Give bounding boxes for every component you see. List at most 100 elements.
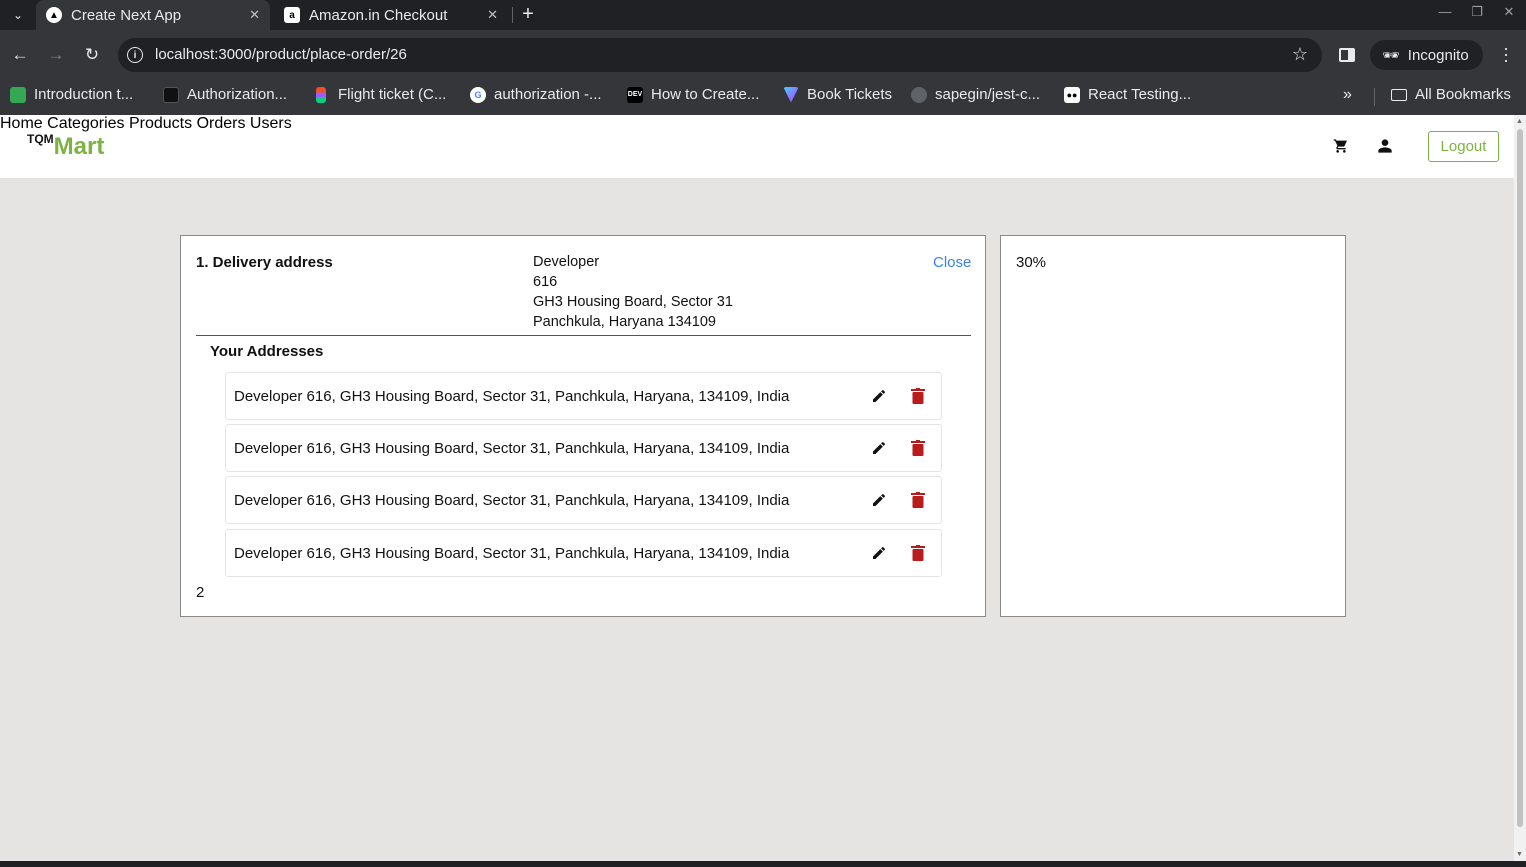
bookmark-label: sapegin/jest-c... xyxy=(935,86,1041,103)
address-list-item[interactable]: Developer 616, GH3 Housing Board, Sector… xyxy=(225,529,942,577)
logout-button[interactable]: Logout xyxy=(1428,131,1499,162)
address-bar[interactable]: i localhost:3000/product/place-order/26 … xyxy=(118,38,1322,72)
bookmark-sapegin-jest[interactable]: sapegin/jest-c... xyxy=(911,86,1040,103)
close-tab-icon[interactable]: ✕ xyxy=(487,7,498,23)
all-bookmarks-button[interactable]: All Bookmarks xyxy=(1391,86,1511,103)
selected-address-name: Developer xyxy=(533,254,600,270)
tab-separator xyxy=(512,7,513,23)
bookmark-label: React Testing... xyxy=(1088,86,1192,103)
bookmark-flight-ticket[interactable]: Flight ticket (C... xyxy=(316,86,446,103)
figma-icon xyxy=(316,86,326,103)
incognito-label: Incognito xyxy=(1407,46,1469,64)
delete-trash-icon[interactable] xyxy=(911,440,925,456)
back-button[interactable]: ← xyxy=(9,44,31,66)
bookmark-label: Authorization... xyxy=(187,86,288,103)
bookmark-authorization[interactable]: Authorization... xyxy=(163,86,287,103)
browser-menu-icon[interactable]: · · · xyxy=(1498,39,1514,69)
tab-title: Amazon.in Checkout xyxy=(309,6,448,24)
folder-icon xyxy=(1391,88,1407,101)
medium-icon: ●● xyxy=(1064,86,1080,103)
edit-pencil-icon[interactable] xyxy=(871,440,887,456)
progress-text: 30% xyxy=(1016,254,1047,271)
bookmark-book-tickets[interactable]: Book Tickets xyxy=(783,86,892,103)
delete-trash-icon[interactable] xyxy=(911,492,925,508)
main-nav: Home Categories Products Orders Users xyxy=(0,115,1514,133)
side-panel-icon[interactable] xyxy=(1339,48,1355,62)
page-content: TQM Mart Home Categories Products Orders… xyxy=(0,115,1514,861)
tab-search-chevron-icon[interactable]: ⌄ xyxy=(6,4,30,26)
address-text: Developer 616, GH3 Housing Board, Sector… xyxy=(234,440,790,457)
nav-products[interactable]: Products xyxy=(129,115,192,132)
delivery-address-card: 1. Delivery address Developer 616 GH3 Ho… xyxy=(180,235,986,617)
scroll-down-arrow-icon[interactable]: ▼ xyxy=(1516,851,1523,858)
incognito-indicator[interactable]: 🕶 Incognito xyxy=(1370,40,1483,70)
step-title: 1. Delivery address xyxy=(196,254,333,271)
bookmarks-divider xyxy=(1374,88,1375,106)
cart-icon[interactable] xyxy=(1332,137,1350,155)
more-bookmarks-chevron-icon[interactable]: » xyxy=(1343,86,1352,104)
nav-orders[interactable]: Orders xyxy=(197,115,246,132)
scroll-up-arrow-icon[interactable]: ▲ xyxy=(1516,118,1523,125)
nav-users[interactable]: Users xyxy=(250,115,292,132)
bookmark-label: Book Tickets xyxy=(807,86,893,103)
order-summary-card: 30% xyxy=(1000,235,1346,617)
browser-tab-strip: ⌄ ▲ Create Next App ✕ a Amazon.in Checko… xyxy=(0,0,1526,30)
close-link[interactable]: Close xyxy=(933,254,971,271)
logo-prefix: TQM xyxy=(27,132,54,146)
github-icon xyxy=(911,86,927,103)
address-list-item[interactable]: Developer 616, GH3 Housing Board, Sector… xyxy=(225,424,942,472)
browser-tab-create-next-app[interactable]: ▲ Create Next App ✕ xyxy=(36,0,270,30)
restore-window-icon[interactable]: ❐ xyxy=(1467,4,1487,20)
minimize-window-icon[interactable]: — xyxy=(1435,4,1455,19)
delete-trash-icon[interactable] xyxy=(911,388,925,404)
browser-toolbar: ← → ↻ i localhost:3000/product/place-ord… xyxy=(0,30,1526,78)
address-text: Developer 616, GH3 Housing Board, Sector… xyxy=(234,388,790,405)
window-bottom-edge xyxy=(0,861,1526,867)
site-header: TQM Mart Home Categories Products Orders… xyxy=(0,115,1514,178)
page-number: 2 xyxy=(196,584,205,601)
edit-pencil-icon[interactable] xyxy=(871,492,887,508)
bookmark-label: Introduction t... xyxy=(34,86,134,103)
edit-pencil-icon[interactable] xyxy=(871,545,887,561)
cube-icon xyxy=(10,86,26,103)
edit-pencil-icon[interactable] xyxy=(871,388,887,404)
doc-icon xyxy=(163,86,179,103)
dev-icon: DEV xyxy=(627,86,643,103)
bookmark-introduction[interactable]: Introduction t... xyxy=(10,86,133,103)
bookmark-authorization-google[interactable]: G authorization -... xyxy=(470,86,602,103)
bookmark-star-icon[interactable]: ☆ xyxy=(1292,44,1308,65)
delete-trash-icon[interactable] xyxy=(911,545,925,561)
address-list-item[interactable]: Developer 616, GH3 Housing Board, Sector… xyxy=(225,372,942,420)
incognito-icon: 🕶 xyxy=(1382,46,1400,63)
nextjs-icon: ▲ xyxy=(46,7,62,23)
site-info-icon[interactable]: i xyxy=(127,47,143,63)
bookmark-how-to-create[interactable]: DEV How to Create... xyxy=(627,86,759,103)
close-tab-icon[interactable]: ✕ xyxy=(249,7,260,23)
all-bookmarks-label: All Bookmarks xyxy=(1415,86,1511,103)
google-icon: G xyxy=(470,86,486,103)
bookmark-label: How to Create... xyxy=(651,86,760,103)
scrollbar-thumb[interactable] xyxy=(1517,129,1523,827)
user-account-icon[interactable] xyxy=(1376,137,1394,155)
url-text[interactable]: localhost:3000/product/place-order/26 xyxy=(155,46,407,63)
selected-address-line2: GH3 Housing Board, Sector 31 xyxy=(533,294,733,310)
vite-icon xyxy=(783,86,799,103)
forward-button[interactable]: → xyxy=(45,44,67,66)
logo-main: Mart xyxy=(53,133,105,160)
site-logo[interactable]: TQM Mart xyxy=(27,130,104,161)
close-window-icon[interactable]: ✕ xyxy=(1499,4,1519,20)
amazon-icon: a xyxy=(284,7,300,23)
bookmark-react-testing[interactable]: ●● React Testing... xyxy=(1064,86,1191,103)
page-scrollbar[interactable]: ▲ ▼ xyxy=(1514,115,1526,861)
tab-title: Create Next App xyxy=(71,6,182,24)
selected-address-line1: 616 xyxy=(533,274,558,290)
address-text: Developer 616, GH3 Housing Board, Sector… xyxy=(234,545,790,562)
reload-button[interactable]: ↻ xyxy=(81,44,103,66)
address-list-item[interactable]: Developer 616, GH3 Housing Board, Sector… xyxy=(225,476,942,524)
bookmark-label: Flight ticket (C... xyxy=(338,86,447,103)
new-tab-button[interactable]: + xyxy=(516,2,540,26)
bookmarks-bar: Introduction t... Authorization... Fligh… xyxy=(0,78,1526,115)
browser-tab-amazon-checkout[interactable]: a Amazon.in Checkout ✕ xyxy=(274,0,508,30)
address-text: Developer 616, GH3 Housing Board, Sector… xyxy=(234,492,790,509)
selected-address: Developer 616 GH3 Housing Board, Sector … xyxy=(533,252,733,332)
